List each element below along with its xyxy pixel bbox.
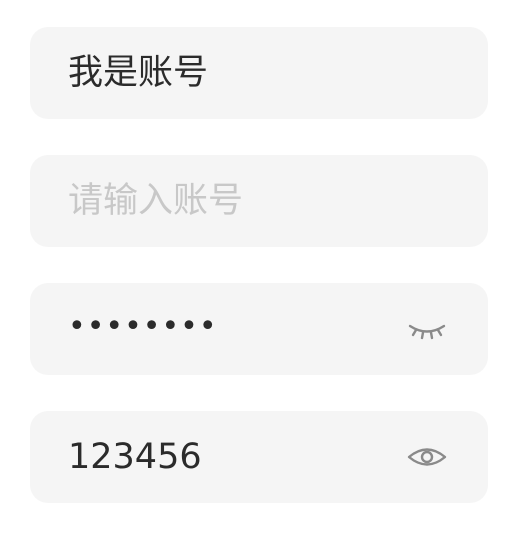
account-field-empty[interactable]: 请输入账号	[30, 155, 488, 247]
login-form: 我是账号 请输入账号 •••••••• 123456	[0, 0, 526, 547]
account-input-value[interactable]: 我是账号	[68, 27, 208, 119]
password-input-plain[interactable]: 123456	[68, 411, 202, 503]
account-field-filled[interactable]: 我是账号	[30, 27, 488, 119]
password-input-masked[interactable]: ••••••••	[68, 283, 218, 375]
eye-open-icon[interactable]	[406, 439, 448, 475]
password-field-visible[interactable]: 123456	[30, 411, 488, 503]
password-field-hidden[interactable]: ••••••••	[30, 283, 488, 375]
eye-closed-icon[interactable]	[406, 311, 448, 347]
account-input-placeholder[interactable]: 请输入账号	[68, 155, 243, 247]
